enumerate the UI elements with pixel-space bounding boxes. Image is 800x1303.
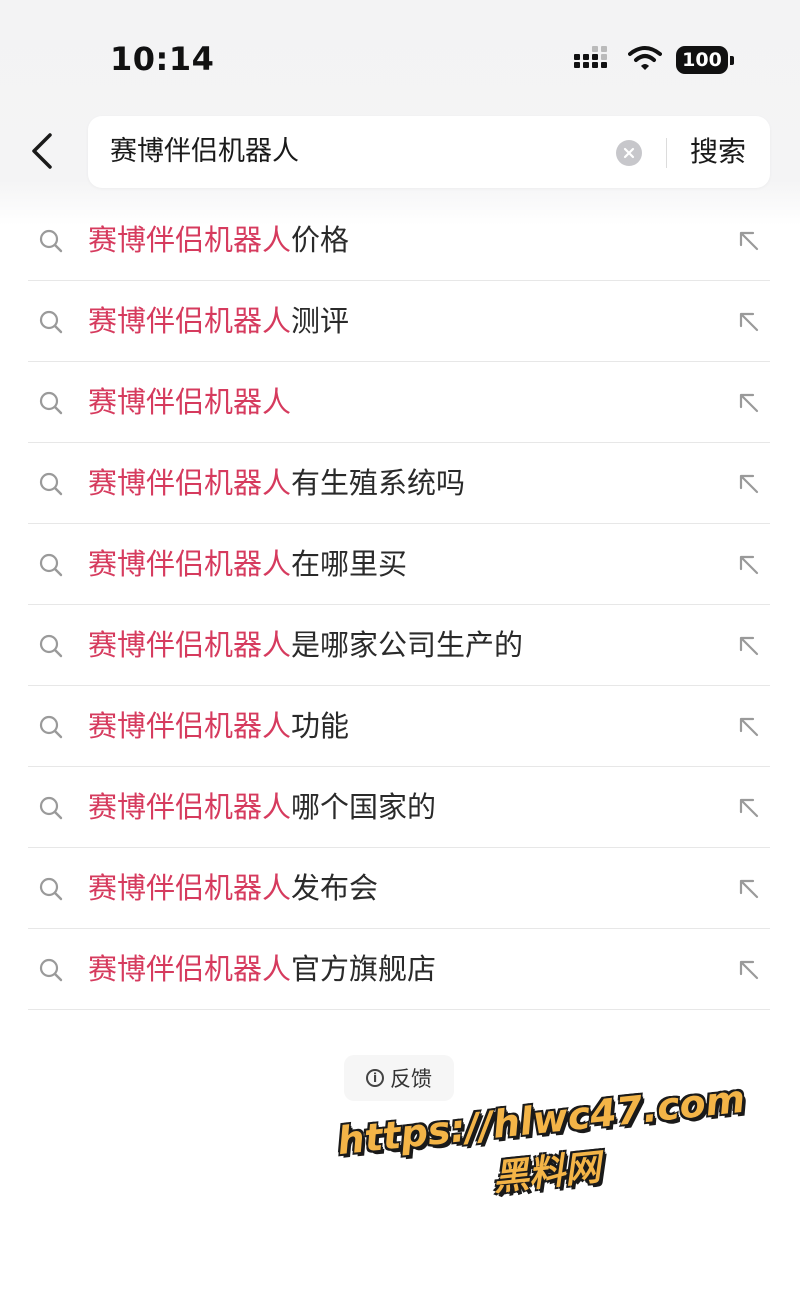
search-icon bbox=[38, 390, 64, 416]
suggestion-item[interactable]: 赛博伴侣机器人功能 bbox=[28, 686, 770, 767]
suggestion-text: 赛博伴侣机器人价格 bbox=[88, 200, 349, 280]
suggestion-text: 赛博伴侣机器人官方旗舰店 bbox=[88, 929, 436, 1009]
suggestion-item[interactable]: 赛博伴侣机器人 bbox=[28, 362, 770, 443]
suggestion-highlight: 赛博伴侣机器人 bbox=[88, 466, 292, 500]
arrow-up-left-icon[interactable] bbox=[736, 390, 762, 416]
search-icon bbox=[38, 633, 64, 659]
search-icon bbox=[38, 228, 64, 254]
status-icons: 100 bbox=[574, 44, 734, 76]
suggestion-text: 赛博伴侣机器人测评 bbox=[88, 281, 349, 361]
suggestion-rest: 是哪家公司生产的 bbox=[291, 628, 524, 662]
suggestion-item[interactable]: 赛博伴侣机器人官方旗舰店 bbox=[28, 929, 770, 1010]
suggestion-text: 赛博伴侣机器人是哪家公司生产的 bbox=[88, 605, 523, 685]
suggestion-highlight: 赛博伴侣机器人 bbox=[88, 790, 292, 824]
suggestion-rest: 哪个国家的 bbox=[291, 790, 437, 824]
suggestion-highlight: 赛博伴侣机器人 bbox=[88, 223, 292, 257]
suggestion-text: 赛博伴侣机器人 bbox=[88, 362, 291, 442]
arrow-up-left-icon[interactable] bbox=[736, 471, 762, 497]
signal-icon bbox=[574, 45, 614, 75]
suggestion-item[interactable]: 赛博伴侣机器人是哪家公司生产的 bbox=[28, 605, 770, 686]
search-icon bbox=[38, 714, 64, 740]
suggestion-rest: 价格 bbox=[291, 223, 350, 257]
arrow-up-left-icon[interactable] bbox=[736, 795, 762, 821]
suggestion-rest: 官方旗舰店 bbox=[291, 952, 437, 986]
suggestion-item[interactable]: 赛博伴侣机器人有生殖系统吗 bbox=[28, 443, 770, 524]
suggestion-rest: 功能 bbox=[291, 709, 350, 743]
arrow-up-left-icon[interactable] bbox=[736, 552, 762, 578]
suggestion-rest: 在哪里买 bbox=[291, 547, 408, 581]
search-divider bbox=[666, 138, 667, 168]
clear-circle-icon bbox=[623, 144, 635, 163]
suggestion-item[interactable]: 赛博伴侣机器人哪个国家的 bbox=[28, 767, 770, 848]
suggestion-item[interactable]: 赛博伴侣机器人测评 bbox=[28, 281, 770, 362]
arrow-up-left-icon[interactable] bbox=[736, 714, 762, 740]
suggestion-text: 赛博伴侣机器人发布会 bbox=[88, 848, 378, 928]
suggestion-rest: 测评 bbox=[291, 304, 350, 338]
suggestion-highlight: 赛博伴侣机器人 bbox=[88, 304, 292, 338]
info-icon: i bbox=[366, 1069, 384, 1087]
suggestion-text: 赛博伴侣机器人哪个国家的 bbox=[88, 767, 436, 847]
suggestion-text: 赛博伴侣机器人有生殖系统吗 bbox=[88, 443, 465, 523]
suggestion-text: 赛博伴侣机器人在哪里买 bbox=[88, 524, 407, 604]
search-icon bbox=[38, 876, 64, 902]
arrow-up-left-icon[interactable] bbox=[736, 309, 762, 335]
search-bar[interactable]: 赛博伴侣机器人 搜索 bbox=[88, 116, 770, 188]
suggestion-highlight: 赛博伴侣机器人 bbox=[88, 709, 292, 743]
suggestion-text: 赛博伴侣机器人功能 bbox=[88, 686, 349, 766]
suggestion-highlight: 赛博伴侣机器人 bbox=[88, 547, 292, 581]
suggestion-rest: 发布会 bbox=[291, 871, 379, 905]
search-icon bbox=[38, 552, 64, 578]
suggestion-rest: 有生殖系统吗 bbox=[291, 466, 466, 500]
clear-button[interactable] bbox=[616, 140, 642, 166]
suggestion-item[interactable]: 赛博伴侣机器人价格 bbox=[28, 200, 770, 281]
feedback-button[interactable]: i 反馈 bbox=[344, 1055, 454, 1101]
suggestion-highlight: 赛博伴侣机器人 bbox=[88, 628, 292, 662]
battery-indicator: 100 bbox=[676, 46, 734, 74]
arrow-up-left-icon[interactable] bbox=[736, 633, 762, 659]
chevron-left-icon bbox=[30, 132, 54, 174]
search-icon bbox=[38, 795, 64, 821]
arrow-up-left-icon[interactable] bbox=[736, 876, 762, 902]
search-icon bbox=[38, 957, 64, 983]
suggestion-list: 赛博伴侣机器人价格 赛博伴侣机器人测评 赛博伴侣机器人 赛博伴侣机器人有生殖系统… bbox=[28, 200, 770, 1010]
search-icon bbox=[38, 309, 64, 335]
search-icon bbox=[38, 471, 64, 497]
header-background bbox=[0, 0, 800, 225]
search-button[interactable]: 搜索 bbox=[690, 116, 746, 188]
arrow-up-left-icon[interactable] bbox=[736, 228, 762, 254]
search-input[interactable]: 赛博伴侣机器人 bbox=[110, 116, 299, 188]
arrow-up-left-icon[interactable] bbox=[736, 957, 762, 983]
status-time: 10:14 bbox=[110, 40, 215, 78]
suggestion-highlight: 赛博伴侣机器人 bbox=[88, 385, 292, 419]
back-button[interactable] bbox=[22, 128, 62, 178]
suggestion-highlight: 赛博伴侣机器人 bbox=[88, 871, 292, 905]
suggestion-item[interactable]: 赛博伴侣机器人在哪里买 bbox=[28, 524, 770, 605]
wifi-icon bbox=[628, 45, 662, 75]
feedback-label: 反馈 bbox=[390, 1067, 432, 1091]
suggestion-item[interactable]: 赛博伴侣机器人发布会 bbox=[28, 848, 770, 929]
suggestion-highlight: 赛博伴侣机器人 bbox=[88, 952, 292, 986]
